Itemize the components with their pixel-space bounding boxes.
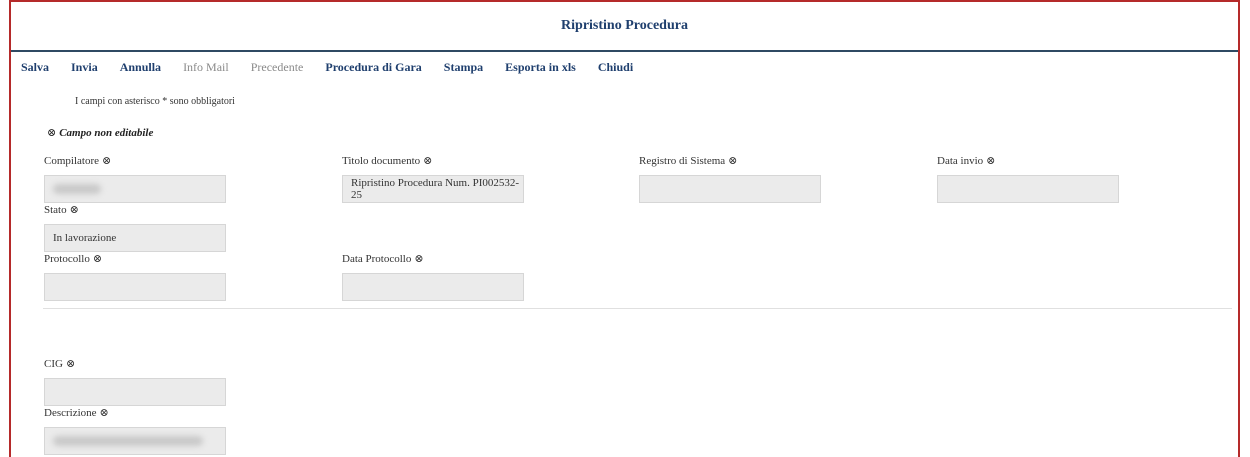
titolo-documento-field: Ripristino Procedura Num. PI002532-25 [342, 175, 524, 203]
info-mail-button[interactable]: Info Mail [183, 60, 229, 75]
field-compilatore: Compilatore ⊗ [44, 154, 226, 203]
field-cig: CIG ⊗ [44, 357, 226, 406]
export-xls-button[interactable]: Esporta in xls [505, 60, 576, 75]
data-protocollo-field [342, 273, 524, 301]
lock-icon: ⊗ [69, 204, 79, 216]
titolo-documento-label: Titolo documento [342, 155, 421, 167]
lock-icon: ⊗ [414, 253, 424, 265]
compilatore-field [44, 175, 226, 203]
non-editable-legend: ⊗ Campo non editabile [47, 126, 153, 139]
protocollo-label: Protocollo [44, 253, 90, 265]
lock-icon: ⊗ [423, 155, 433, 167]
toolbar: Salva Invia Annulla Info Mail Precedente… [11, 52, 1238, 82]
required-fields-note: I campi con asterisco * sono obbligatori [75, 96, 235, 107]
redacted-value [53, 184, 101, 194]
field-data-protocollo: Data Protocollo ⊗ [342, 252, 524, 301]
cig-label: CIG [44, 358, 63, 370]
field-stato: Stato ⊗ In lavorazione [44, 203, 226, 252]
lock-icon: ⊗ [102, 155, 112, 167]
redacted-value [53, 436, 203, 446]
previous-button[interactable]: Precedente [251, 60, 304, 75]
print-button[interactable]: Stampa [444, 60, 483, 75]
document-window: Ripristino Procedura Salva Invia Annulla… [9, 0, 1240, 457]
field-titolo-documento: Titolo documento ⊗ Ripristino Procedura N… [342, 154, 524, 203]
data-invio-label: Data invio [937, 155, 984, 167]
lock-icon: ⊗ [92, 253, 103, 265]
procedura-di-gara-button[interactable]: Procedura di Gara [325, 60, 421, 75]
field-data-invio: Data invio ⊗ [937, 154, 1119, 203]
send-button[interactable]: Invia [71, 60, 98, 75]
data-protocollo-label: Data Protocollo [342, 253, 412, 265]
lock-icon: ⊗ [728, 155, 738, 167]
registro-di-sistema-field [639, 175, 821, 203]
non-editable-legend-label: Campo non editabile [59, 127, 154, 139]
stato-field: In lavorazione [44, 224, 226, 252]
page-title: Ripristino Procedura [561, 18, 688, 33]
registro-di-sistema-label: Registro di Sistema [639, 155, 726, 167]
compilatore-label: Compilatore [44, 155, 99, 167]
section-divider [43, 308, 1232, 309]
field-descrizione: Descrizione ⊗ [44, 406, 226, 455]
lock-icon: ⊗ [986, 155, 996, 167]
save-button[interactable]: Salva [21, 60, 49, 75]
field-registro-di-sistema: Registro di Sistema ⊗ [639, 154, 821, 203]
descrizione-label: Descrizione [44, 407, 97, 419]
field-protocollo: Protocollo ⊗ [44, 252, 226, 301]
lock-icon: ⊗ [47, 127, 57, 139]
data-invio-field [937, 175, 1119, 203]
lock-icon: ⊗ [99, 407, 109, 419]
cancel-button[interactable]: Annulla [120, 60, 161, 75]
stato-label: Stato [44, 204, 67, 216]
cig-field [44, 378, 226, 406]
close-button[interactable]: Chiudi [598, 60, 633, 75]
lock-icon: ⊗ [65, 358, 76, 370]
title-bar: Ripristino Procedura [11, 2, 1238, 52]
protocollo-field [44, 273, 226, 301]
descrizione-field [44, 427, 226, 455]
